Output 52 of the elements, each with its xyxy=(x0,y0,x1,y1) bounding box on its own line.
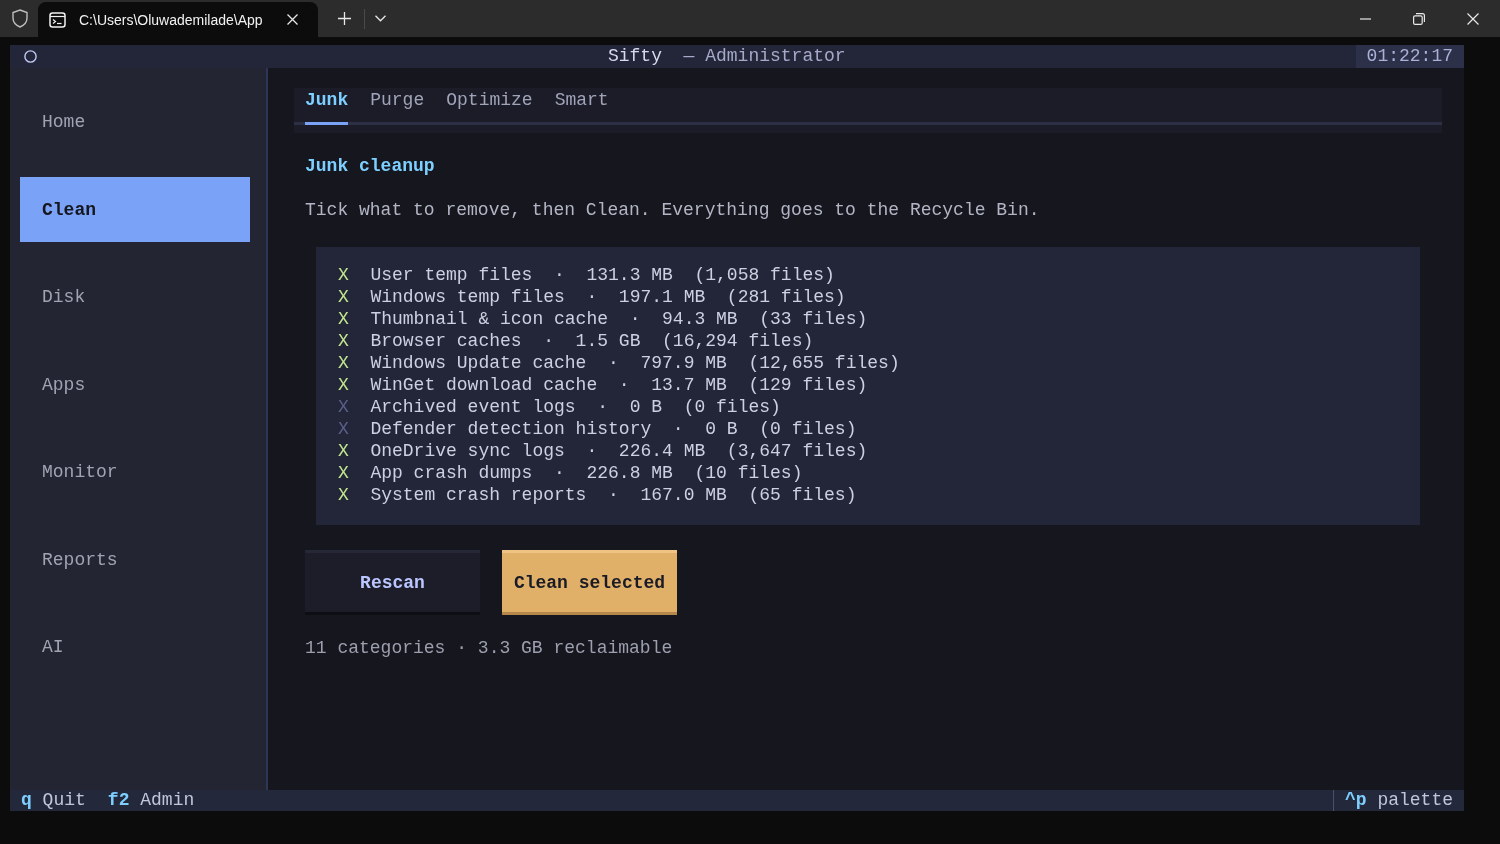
checkbox[interactable]: X xyxy=(338,374,349,396)
summary-text: 11 categories · 3.3 GB reclaimable xyxy=(305,637,674,659)
checkbox[interactable]: X xyxy=(338,330,349,352)
item-label: Defender detection history · 0 B (0 files) xyxy=(370,418,857,440)
plus-icon[interactable] xyxy=(338,12,351,25)
tab[interactable]: Optimize xyxy=(446,88,533,125)
close-icon[interactable] xyxy=(287,14,298,25)
sidebar-item[interactable]: Reports xyxy=(20,527,250,592)
minimize-icon[interactable] xyxy=(1359,17,1371,20)
item-label: App crash dumps · 226.8 MB (10 files) xyxy=(370,462,803,484)
key-binding[interactable]: ^p palette xyxy=(1333,790,1464,811)
section-description: Tick what to remove, then Clean. Everything goes to the Recycle Bin. xyxy=(305,199,1041,221)
item-label: Windows Update cache · 797.9 MB (12,655 files) xyxy=(370,352,900,374)
terminal-icon xyxy=(49,11,66,28)
sidebar-item[interactable]: Apps xyxy=(20,352,250,417)
header-clock: 01:22:17 xyxy=(1355,45,1464,68)
key-binding[interactable]: f2 Admin xyxy=(96,790,206,811)
sidebar-item[interactable]: Clean xyxy=(20,177,250,242)
checkbox[interactable]: X xyxy=(338,440,349,462)
shield-icon[interactable] xyxy=(12,9,28,28)
sidebar-item[interactable]: Disk xyxy=(20,264,250,330)
rescan-button[interactable]: Rescan xyxy=(305,550,480,615)
item-label: Thumbnail & icon cache · 94.3 MB (33 files) xyxy=(370,308,868,330)
chevron-down-icon[interactable] xyxy=(375,15,386,22)
item-label: Browser caches · 1.5 GB (16,294 files) xyxy=(370,330,814,352)
item-label: WinGet download cache · 13.7 MB (129 files) xyxy=(370,374,868,396)
sidebar-item[interactable]: AI xyxy=(20,614,250,680)
restore-icon[interactable] xyxy=(1413,12,1425,25)
item-label: Windows temp files · 197.1 MB (281 files) xyxy=(370,286,846,308)
section-heading: Junk cleanup xyxy=(305,155,436,177)
item-label: User temp files · 131.3 MB (1,058 files) xyxy=(370,264,835,286)
clean-button[interactable]: Clean selected xyxy=(502,550,677,615)
item-label: Archived event logs · 0 B (0 files) xyxy=(370,396,781,418)
key-binding[interactable]: q Quit xyxy=(10,790,97,811)
app-title: Sifty xyxy=(607,46,662,66)
sidebar-item[interactable]: Monitor xyxy=(20,439,250,505)
checkbox[interactable]: X xyxy=(338,264,349,286)
browser-tab[interactable]: C:\Users\Oluwademilade\App xyxy=(38,2,318,37)
checkbox[interactable]: X xyxy=(338,286,349,308)
close-icon[interactable] xyxy=(1467,12,1479,25)
circle-icon[interactable] xyxy=(24,50,37,63)
checkbox[interactable]: X xyxy=(338,484,349,506)
app-subtitle: — Administrator xyxy=(683,46,846,66)
tab[interactable]: Purge xyxy=(370,88,425,125)
checkbox[interactable]: X xyxy=(338,462,349,484)
checkbox[interactable]: X xyxy=(338,352,349,374)
item-label: System crash reports · 167.0 MB (65 files) xyxy=(370,484,857,506)
checkbox[interactable]: X xyxy=(338,308,349,330)
item-label: OneDrive sync logs · 226.4 MB (3,647 files) xyxy=(370,440,868,462)
sidebar-item[interactable]: Home xyxy=(20,89,250,155)
tab[interactable]: Smart xyxy=(554,88,609,125)
tab[interactable]: Junk xyxy=(305,88,349,125)
